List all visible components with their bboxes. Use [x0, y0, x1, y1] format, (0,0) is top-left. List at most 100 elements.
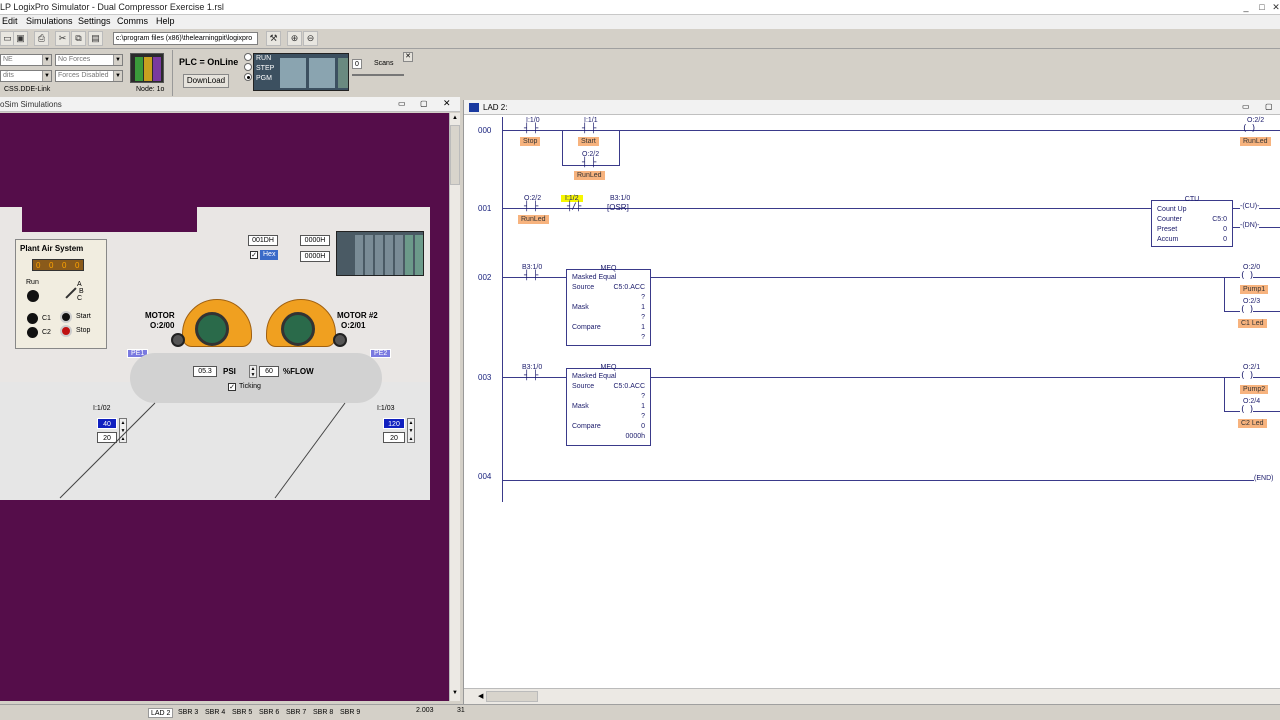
ote-coil-icon[interactable]: ( ): [1240, 371, 1254, 381]
hex-checkbox[interactable]: ✓: [250, 251, 258, 259]
flow-value[interactable]: 60: [259, 366, 279, 377]
meq-mask-label: Mask: [572, 304, 589, 311]
coil-label: Pump1: [1240, 285, 1269, 294]
xic-contact-icon[interactable]: ┤ ├: [524, 202, 538, 212]
rung-number[interactable]: 004: [478, 472, 491, 481]
dn-output[interactable]: -(DN)-: [1240, 222, 1260, 229]
stop-button[interactable]: [60, 325, 72, 337]
rung-number[interactable]: 002: [478, 273, 491, 282]
menu-help[interactable]: Help: [156, 16, 175, 26]
xic-contact-icon[interactable]: ┤ ├: [582, 158, 596, 168]
restore-icon[interactable]: ▢: [420, 99, 428, 108]
scan-slider[interactable]: [352, 74, 404, 76]
menu-edit[interactable]: Edit: [2, 16, 18, 26]
tab-sbr-3[interactable]: SBR 3: [176, 708, 200, 718]
menu-bar: Edit Simulations Settings Comms Help: [0, 15, 1280, 29]
selector-c: C: [77, 295, 83, 302]
paste-icon[interactable]: ▤: [88, 31, 103, 46]
forces-combo[interactable]: No Forces ▼: [55, 54, 123, 66]
rung-number[interactable]: 001: [478, 204, 491, 213]
cut-icon[interactable]: ✂: [55, 31, 70, 46]
tab-sbr-9[interactable]: SBR 9: [338, 708, 362, 718]
scroll-thumb[interactable]: [450, 125, 460, 185]
tab-sbr-8[interactable]: SBR 8: [311, 708, 335, 718]
tab-lad-2[interactable]: LAD 2: [148, 708, 174, 718]
path-field[interactable]: c:\program files (x86)\thelearningpit\lo…: [113, 32, 258, 45]
forces-disabled-combo[interactable]: Forces Disabled ▼: [55, 70, 123, 82]
cu-output[interactable]: -(CU)-: [1240, 203, 1260, 210]
pgm-label: PGM: [256, 75, 272, 82]
scroll-up-icon[interactable]: ▲: [451, 115, 459, 123]
sim-vertical-scrollbar[interactable]: ▲ ▼: [449, 113, 460, 701]
ctu-block[interactable]: CTU Count Up Counter C5:0 Preset 0 Accum…: [1151, 196, 1233, 247]
restore-icon[interactable]: ▢: [1265, 102, 1273, 111]
download-button[interactable]: DownLoad: [183, 74, 229, 88]
sim-title-bar: oSim Simulations ▭ ▢ ✕: [0, 97, 460, 112]
meq-block[interactable]: MEQ Masked Equal Source C5:0.ACC ? Mask …: [566, 265, 651, 346]
simulation-window: oSim Simulations ▭ ▢ ✕ Plant Air System …: [0, 97, 460, 704]
menu-comms[interactable]: Comms: [117, 16, 148, 26]
ote-coil-icon[interactable]: ( ): [1242, 124, 1256, 134]
zoom-in-icon[interactable]: ⊕: [287, 31, 302, 46]
minimize-icon[interactable]: ▭: [398, 99, 406, 108]
minimize-button[interactable]: _: [1238, 1, 1254, 13]
rung-number[interactable]: 003: [478, 373, 491, 382]
xic-contact-icon[interactable]: ┤ ├: [524, 271, 538, 281]
xic-contact-icon[interactable]: ┤ ├: [524, 124, 538, 134]
zoom-out-icon[interactable]: ⊖: [303, 31, 318, 46]
close-icon[interactable]: ✕: [443, 98, 451, 109]
start-button[interactable]: [60, 311, 72, 323]
pgm-radio[interactable]: [244, 73, 252, 81]
xio-contact-icon[interactable]: ┤/├: [567, 202, 581, 212]
xic-contact-icon[interactable]: ┤ ├: [524, 371, 538, 381]
close-button[interactable]: ✕: [1268, 1, 1280, 13]
status-file: 2.003: [416, 707, 434, 714]
rung-number[interactable]: 000: [478, 126, 491, 135]
run-light[interactable]: [27, 290, 39, 302]
mode-combo[interactable]: NE ▼: [0, 54, 52, 66]
xic-contact-icon[interactable]: ┤ ├: [582, 124, 596, 134]
control-bar: NE ▼ No Forces ▼ dits ▼ Forces Disabled ▼ CS…: [0, 50, 420, 96]
forces-disabled-value: Forces Disabled: [58, 72, 109, 79]
print-icon[interactable]: ⎙: [34, 31, 49, 46]
selector-switch[interactable]: [65, 287, 77, 299]
minimize-icon[interactable]: ▭: [1242, 102, 1250, 111]
step-radio[interactable]: [244, 63, 252, 71]
meq-source-label: Source: [572, 383, 595, 390]
tab-sbr-6[interactable]: SBR 6: [257, 708, 281, 718]
tab-sbr-7[interactable]: SBR 7: [284, 708, 308, 718]
tool-icon[interactable]: ⚒: [266, 31, 281, 46]
tab-sbr-5[interactable]: SBR 5: [230, 708, 254, 718]
ote-coil-icon[interactable]: ( ): [1240, 305, 1254, 315]
ote-coil-icon[interactable]: ( ): [1240, 271, 1254, 281]
meq-source: C5:0.ACC: [613, 284, 645, 291]
flow-spinner[interactable]: ▲ ▼: [249, 365, 257, 378]
save-icon[interactable]: ▣: [13, 31, 28, 46]
ladder-editor: 000 I:1/0 ┤ ├ Stop I:1/1 ┤ ├ Start O:2/2…: [464, 115, 1280, 688]
copy-icon[interactable]: ⧉: [71, 31, 86, 46]
plc-rack-image: [336, 231, 424, 276]
c2-light: [27, 327, 38, 338]
toolbar: ▭ ▣ ⎙ ✂ ⧉ ▤ c:\program files (x86)\thele…: [0, 29, 1280, 49]
c1-light: [27, 313, 38, 324]
meq-block[interactable]: MEQ Masked Equal Source C5:0.ACC ? Mask …: [566, 364, 651, 446]
menu-simulations[interactable]: Simulations: [26, 16, 73, 26]
osr-instruction[interactable]: [OSR]: [607, 203, 629, 212]
scans-label: Scans: [374, 60, 394, 67]
motor1-pulley-icon: [171, 333, 185, 347]
c1-label: C1: [42, 315, 51, 322]
scans-field[interactable]: 0: [352, 59, 362, 69]
run-radio[interactable]: [244, 53, 252, 61]
menu-settings[interactable]: Settings: [78, 16, 111, 26]
scroll-left-icon[interactable]: ◀: [478, 692, 483, 700]
edits-combo[interactable]: dits ▼: [0, 70, 52, 82]
ote-coil-icon[interactable]: ( ): [1240, 405, 1254, 415]
scroll-thumb[interactable]: [486, 691, 538, 702]
tab-sbr-4[interactable]: SBR 4: [203, 708, 227, 718]
scroll-down-icon[interactable]: ▼: [451, 690, 459, 698]
ctu-counter: C5:0: [1212, 216, 1227, 223]
ctu-preset-label: Preset: [1157, 226, 1178, 233]
lad-horizontal-scrollbar[interactable]: ◀: [464, 688, 1280, 704]
close-icon[interactable]: ✕: [403, 52, 413, 62]
hex-value-3: 0000H: [300, 251, 330, 262]
